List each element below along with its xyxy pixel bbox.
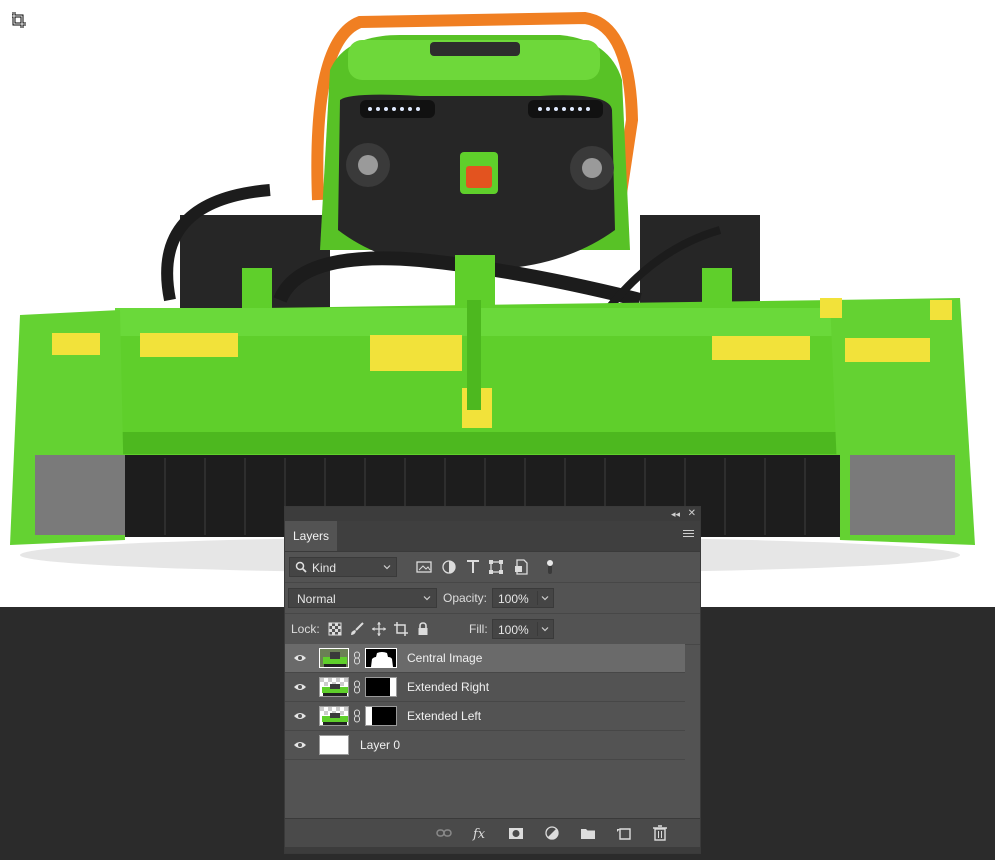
- fx-icon[interactable]: fx: [472, 825, 488, 841]
- kind-filter-select[interactable]: Kind: [289, 557, 397, 577]
- opacity-label: Opacity:: [443, 591, 488, 605]
- opacity-value: 100%: [498, 592, 529, 606]
- layer-row[interactable]: Extended Right: [285, 673, 685, 702]
- lock-label: Lock:: [291, 622, 320, 636]
- search-icon: [295, 561, 307, 573]
- panel-resize-strip[interactable]: [285, 847, 700, 853]
- visibility-eye-icon[interactable]: [293, 682, 307, 692]
- layer-name: Extended Right: [407, 680, 490, 694]
- chevron-down-icon: [383, 565, 391, 570]
- layer-thumbnail: [319, 677, 349, 697]
- close-panel-icon[interactable]: ✕: [688, 507, 696, 521]
- blend-mode-select[interactable]: Normal: [288, 588, 437, 608]
- layer-name: Central Image: [407, 651, 483, 665]
- chevron-down-icon[interactable]: [540, 624, 550, 634]
- layer-mask-thumbnail[interactable]: [365, 706, 397, 726]
- chain-link-icon[interactable]: [353, 709, 361, 723]
- type-filter-icon[interactable]: [464, 558, 482, 576]
- lock-transparent-icon[interactable]: [327, 621, 343, 637]
- fill-label: Fill:: [469, 622, 488, 636]
- panel-footer: fx: [285, 818, 700, 847]
- layer-name: Extended Left: [407, 709, 482, 723]
- adjustment-layer-icon[interactable]: [544, 825, 560, 841]
- fill-value: 100%: [498, 623, 529, 637]
- layer-row[interactable]: Central Image: [285, 644, 685, 673]
- lock-paint-icon[interactable]: [349, 621, 365, 637]
- lock-all-icon[interactable]: [415, 621, 431, 637]
- blend-row: Normal Opacity: 100%: [285, 583, 700, 614]
- layer-thumbnail: [319, 648, 349, 668]
- chevron-down-icon[interactable]: [540, 593, 550, 603]
- layer-thumbnail: [319, 735, 349, 755]
- visibility-eye-icon[interactable]: [293, 711, 307, 721]
- filter-toggle-icon[interactable]: [541, 558, 559, 576]
- layer-name: Layer 0: [360, 738, 401, 752]
- tab-layers[interactable]: Layers: [285, 521, 337, 551]
- layer-row[interactable]: Extended Left: [285, 702, 685, 731]
- new-layer-icon[interactable]: [616, 825, 632, 841]
- panel-menu-icon[interactable]: [683, 530, 694, 542]
- add-mask-icon[interactable]: [508, 825, 524, 841]
- lock-position-icon[interactable]: [371, 621, 387, 637]
- kind-filter-label: Kind: [312, 561, 337, 575]
- layer-mask-thumbnail[interactable]: [365, 677, 397, 697]
- lock-row: Lock: Fill: 100%: [285, 614, 700, 645]
- shape-filter-icon[interactable]: [487, 558, 505, 576]
- layer-mask-thumbnail[interactable]: [365, 648, 397, 668]
- lock-artboard-icon[interactable]: [393, 621, 409, 637]
- collapse-panel-icon[interactable]: ◂◂: [671, 507, 680, 521]
- layers-panel: ◂◂ ✕ Layers Kind Normal Opacity: 100% Lo…: [284, 506, 701, 854]
- delete-icon[interactable]: [652, 825, 668, 841]
- fill-field[interactable]: 100%: [492, 619, 554, 639]
- chevron-down-icon: [423, 596, 431, 601]
- svg-text:fx: fx: [472, 827, 486, 841]
- adjustment-filter-icon[interactable]: [440, 558, 458, 576]
- visibility-eye-icon[interactable]: [293, 653, 307, 663]
- layer-thumbnail: [319, 706, 349, 726]
- panel-titlebar[interactable]: ◂◂ ✕: [285, 507, 700, 521]
- link-layers-icon[interactable]: [436, 825, 452, 841]
- opacity-field[interactable]: 100%: [492, 588, 554, 608]
- filter-row: Kind: [285, 552, 700, 583]
- crop-cursor-icon: [0, 0, 26, 28]
- blend-mode-value: Normal: [297, 592, 336, 606]
- smart-object-filter-icon[interactable]: [512, 558, 530, 576]
- layers-list: Central Image Extended Right Extended Le…: [285, 644, 685, 760]
- image-filter-icon[interactable]: [415, 558, 433, 576]
- layer-row[interactable]: Layer 0: [285, 731, 685, 760]
- chain-link-icon[interactable]: [353, 651, 361, 665]
- visibility-eye-icon[interactable]: [293, 740, 307, 750]
- new-group-icon[interactable]: [580, 825, 596, 841]
- panel-tabbar: Layers: [285, 521, 700, 552]
- chain-link-icon[interactable]: [353, 680, 361, 694]
